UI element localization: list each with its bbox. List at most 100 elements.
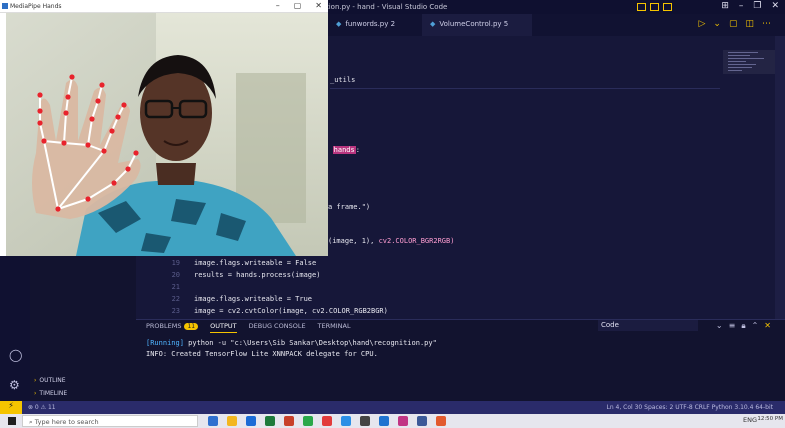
taskbar-apps [208, 416, 446, 426]
tab-volumecontrol[interactable]: ◆ VolumeControl.py 5 [422, 14, 532, 36]
line-number: 22 [171, 295, 180, 303]
taskbar-search-input[interactable]: ⌕ Type here to search [22, 415, 198, 427]
line-number: 23 [171, 307, 180, 315]
code-fragment-flip: (image, 1), cv2.COLOR_BGR2RGB) [328, 237, 455, 245]
system-tray[interactable]: ENG [743, 416, 757, 424]
landmark-point [41, 138, 47, 144]
landmark-point [55, 206, 61, 212]
person-neck [156, 163, 196, 185]
landmark-point [115, 114, 121, 120]
open-changes-icon[interactable]: ▢ [729, 19, 738, 29]
maximize-panel-icon[interactable]: ⌃ [752, 321, 759, 331]
chevron-right-icon: › [34, 377, 37, 384]
code-fragment-utils: _utils [330, 76, 356, 84]
landmark-point [85, 142, 91, 148]
tab-funwords[interactable]: ◆ funwords.py 2 [328, 14, 416, 36]
minimize-window-icon[interactable]: – [739, 1, 744, 11]
landmark-point [99, 82, 105, 88]
landmark-point [133, 150, 139, 156]
landmark-point [109, 128, 115, 134]
tab-debug-console[interactable]: DEBUG CONSOLE [249, 322, 306, 333]
landmark-point [37, 120, 43, 126]
editor-scrollbar[interactable] [775, 36, 785, 319]
store-icon[interactable] [379, 416, 389, 426]
close-icon[interactable]: ✕ [315, 1, 322, 10]
landmark-point [65, 94, 71, 100]
run-icon[interactable]: ▷ [699, 19, 706, 29]
line-number: 20 [171, 271, 180, 279]
bottom-panel: PROBLEMS 11 OUTPUT DEBUG CONSOLE TERMINAL… [136, 319, 785, 401]
chevron-right-icon: › [34, 390, 37, 397]
powerpoint-icon[interactable] [284, 416, 294, 426]
windows-start-icon[interactable] [8, 417, 16, 425]
media-icon[interactable] [322, 416, 332, 426]
close-window-icon[interactable]: ✕ [771, 1, 779, 11]
remote-indicator-icon[interactable]: ⚡ [0, 401, 22, 414]
split-editor-icon[interactable]: ◫ [745, 19, 754, 29]
gear-icon[interactable]: ⚙ [9, 378, 20, 392]
minimap-viewport[interactable] [723, 50, 775, 74]
tab-problems[interactable]: PROBLEMS 11 [146, 322, 199, 333]
app-icon[interactable] [417, 416, 427, 426]
problems-status[interactable]: ⊗ 0 ⚠ 11 [28, 404, 56, 411]
restore-window-icon[interactable]: ❐ [753, 1, 761, 11]
outline-section[interactable]: › OUTLINE [34, 377, 66, 384]
current-line-border [330, 88, 720, 89]
landmark-point [63, 110, 69, 116]
chevron-down-icon[interactable]: ⌄ [716, 321, 723, 331]
mediapipe-title: MediaPipe Hands [10, 3, 62, 10]
maximize-icon[interactable]: ▢ [294, 1, 302, 10]
tab-terminal[interactable]: TERMINAL [318, 322, 351, 333]
account-icon[interactable]: ◯ [9, 348, 22, 362]
landmark-point [101, 148, 107, 154]
landmark-point [125, 166, 131, 172]
file-explorer-icon[interactable] [227, 416, 237, 426]
status-right[interactable]: Ln 4, Col 30 Spaces: 2 UTF-8 CRLF Python… [606, 404, 773, 411]
layout-controls [637, 3, 672, 11]
app-icon[interactable] [398, 416, 408, 426]
line-number: 19 [171, 259, 180, 267]
python-file-icon: ◆ [430, 20, 436, 28]
filter-icon[interactable]: ≡ [729, 321, 736, 331]
activity-bar: ◯ ⚙ [0, 256, 30, 401]
task-view-icon[interactable] [208, 416, 218, 426]
code-fragment-frame: a frame.") [328, 203, 371, 211]
chrome-icon[interactable] [303, 416, 313, 426]
vscode-icon[interactable] [341, 416, 351, 426]
customize-layout-icon[interactable]: ⊞ [721, 1, 729, 11]
panel-tabs: PROBLEMS 11 OUTPUT DEBUG CONSOLE TERMINAL [146, 322, 351, 333]
minimize-icon[interactable]: – [276, 1, 280, 10]
mediapipe-window[interactable]: MediaPipe Hands – ▢ ✕ [0, 0, 328, 256]
landmark-point [85, 196, 91, 202]
minimap[interactable] [723, 36, 775, 319]
more-actions-icon[interactable]: ⋯ [762, 19, 771, 29]
landmark-point [37, 108, 43, 114]
chevron-down-icon[interactable]: ⌄ [713, 19, 721, 29]
toggle-secondary-sidebar-icon[interactable] [663, 3, 672, 11]
toggle-sidebar-icon[interactable] [637, 3, 646, 11]
windows-taskbar: ⌕ Type here to search ENG 12:50 PM [0, 414, 785, 428]
app-icon [2, 3, 8, 9]
word-icon[interactable] [246, 416, 256, 426]
excel-icon[interactable] [265, 416, 275, 426]
output-channel-select[interactable]: Code [598, 320, 698, 331]
app-icon[interactable] [436, 416, 446, 426]
app-icon[interactable] [360, 416, 370, 426]
code-line: image.flags.writeable = True [194, 295, 313, 303]
timeline-section[interactable]: › TIMELINE [34, 390, 67, 397]
camera-feed [6, 13, 328, 256]
screen: recognition.py - hand - Visual Studio Co… [0, 0, 785, 428]
landmark-point [89, 116, 95, 122]
line-number: 21 [171, 283, 180, 291]
tab-output[interactable]: OUTPUT [210, 322, 237, 333]
lock-icon[interactable]: 🔒︎ [741, 321, 745, 331]
code-line: image = cv2.cvtColor(image, cv2.COLOR_RG… [194, 307, 388, 315]
clock[interactable]: 12:50 PM [757, 416, 783, 422]
landmark-point [37, 92, 43, 98]
close-panel-icon[interactable]: ✕ [764, 321, 771, 331]
python-file-icon: ◆ [336, 20, 342, 28]
editor-tabs: ◆ funwords.py 2 ◆ VolumeControl.py 5 ▷ ⌄ ▢… [328, 14, 785, 36]
toggle-panel-icon[interactable] [650, 3, 659, 11]
landmark-point [69, 74, 75, 80]
mediapipe-titlebar: MediaPipe Hands – ▢ ✕ [0, 0, 328, 13]
